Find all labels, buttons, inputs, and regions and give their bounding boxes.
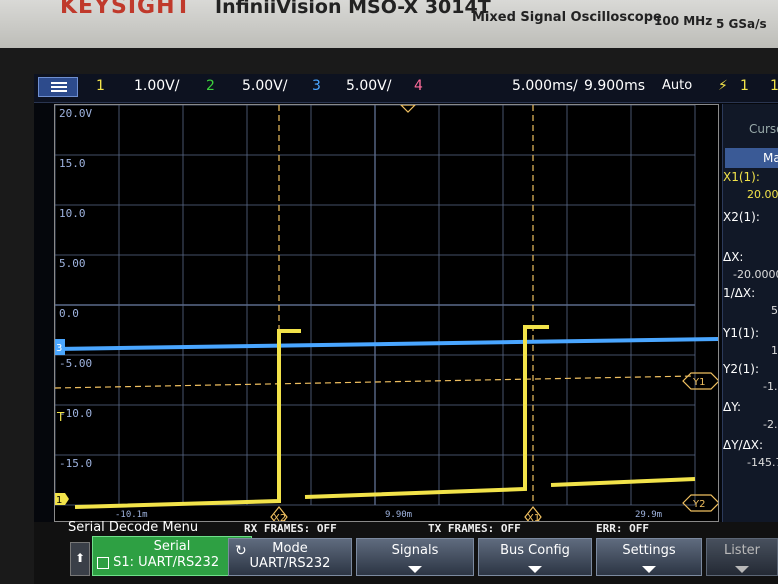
rx-frames-status: RX FRAMES: OFF — [244, 522, 337, 535]
waveform-svg: 20.0V15.010.05.000.0-5.00-10.0-15.0 -10.… — [55, 105, 718, 521]
y-tick-label: -5.00 — [59, 357, 92, 370]
trigger-channel[interactable]: 1 — [740, 78, 749, 94]
y-tick-label: 10.0 — [59, 207, 86, 220]
inv-delta-x-label: 1/ΔX: — [723, 286, 756, 300]
y-tick-label: -15.0 — [59, 457, 92, 470]
main-menu-button[interactable] — [38, 77, 78, 97]
y1-value: 1 — [771, 344, 778, 357]
tx-frames-status: TX FRAMES: OFF — [428, 522, 521, 535]
bus-config-softkey-label: Bus Config — [500, 543, 570, 558]
y-tick-label: 20.0V — [59, 107, 92, 120]
mode-softkey[interactable]: ↻ Mode UART/RS232 — [228, 538, 352, 576]
time-reference-icon — [400, 105, 416, 113]
signals-softkey[interactable]: Signals — [356, 538, 474, 576]
cursor-y1-label: Y1 — [692, 377, 705, 388]
settings-softkey-label: Settings — [622, 543, 676, 558]
mode-softkey-value: UART/RS232 — [249, 556, 331, 571]
y2-value: -1. — [763, 380, 778, 393]
ch3-number[interactable]: 3 — [312, 78, 321, 94]
brand-logo: KEYSIGHT — [60, 0, 192, 19]
bandwidth-spec: 100 MHz — [654, 14, 713, 28]
cursor-x1-label: X1 — [527, 513, 540, 521]
bus-config-softkey[interactable]: Bus Config — [478, 538, 592, 576]
trigger-mode[interactable]: Auto — [662, 78, 692, 93]
y-tick-label: 0.0 — [59, 307, 79, 320]
ch3-trace — [55, 337, 718, 351]
graticule — [55, 105, 696, 506]
serial-bus-value: S1: UART/RS232 — [113, 555, 220, 570]
mode-softkey-label: Mode — [272, 541, 308, 556]
status-bar: 1 1.00V/ 2 5.00V/ 3 5.00V/ 4 5.000ms/ 9.… — [34, 74, 778, 103]
instrument-type: Mixed Signal Oscilloscope — [472, 10, 662, 25]
lister-softkey[interactable]: Lister — [706, 538, 778, 576]
ch2-number[interactable]: 2 — [206, 78, 215, 94]
submenu-arrow-icon — [528, 566, 542, 573]
x-tick-label: 9.90m — [385, 510, 412, 520]
cursors-panel-title: Curso — [749, 122, 778, 136]
oscilloscope-screen: 1 1.00V/ 2 5.00V/ 3 5.00V/ 4 5.000ms/ 9.… — [34, 74, 778, 584]
y-tick-label: 15.0 — [59, 157, 86, 170]
cursor-x2-label: X2 — [273, 513, 286, 521]
trigger-edge-icon: ⚡ — [718, 78, 728, 94]
rotate-knob-icon: ↻ — [235, 543, 247, 559]
x2-label: X2(1): — [723, 210, 760, 224]
y-tick-label: 5.00 — [59, 257, 86, 270]
trigger-level-marker[interactable]: T — [56, 410, 65, 424]
cursor-y2-label: Y2 — [692, 499, 705, 510]
x-tick-label: -10.1m — [115, 510, 148, 520]
y2-label: Y2(1): — [723, 362, 760, 376]
waveform-display: 20.0V 15.0 10.0 5.00 0.0 -5.00 -10.0 -15.0 -10.… — [54, 104, 719, 522]
menu-title: Serial Decode Menu — [68, 520, 199, 535]
serial-checkbox-icon — [97, 556, 109, 569]
x-axis-labels: -10.1m 9.90m 29.9m — [115, 510, 662, 520]
ch1-scale[interactable]: 1.00V/ — [134, 78, 179, 94]
ch1-number[interactable]: 1 — [96, 78, 105, 94]
sample-rate-spec: 5 GSa/s — [716, 17, 767, 31]
settings-softkey[interactable]: Settings — [596, 538, 702, 576]
ch1-marker-label: 1 — [56, 495, 62, 506]
delta-x-value: -20.0000 — [733, 268, 778, 281]
submenu-arrow-icon — [408, 566, 422, 573]
trigger-extra: 1 — [770, 78, 778, 94]
menu-up-button[interactable]: ⬆ — [70, 542, 90, 576]
cursors-panel: Curso Man X1(1): 20.000 X2(1): ΔX: -20.0… — [722, 104, 778, 522]
cursor-mode-tab[interactable]: Man — [725, 148, 778, 168]
inv-delta-x-value: 5 — [771, 304, 778, 317]
delta-x-label: ΔX: — [723, 250, 744, 264]
delta-y-label: ΔY: — [723, 400, 741, 414]
x1-label: X1(1): — [723, 170, 760, 184]
delta-y-delta-x-label: ΔY/ΔX: — [723, 438, 764, 452]
softkey-menu: Serial Decode Menu RX FRAMES: OFF TX FRA… — [34, 520, 778, 584]
timebase-scale[interactable]: 5.000ms/ — [512, 78, 578, 94]
delta-y-delta-x-value: -145.7 — [747, 456, 778, 469]
menu-icon — [51, 82, 67, 84]
ch1-trace — [74, 325, 696, 509]
time-delay[interactable]: 9.900ms — [584, 78, 645, 94]
submenu-arrow-icon — [642, 566, 656, 573]
submenu-arrow-icon — [735, 566, 749, 573]
lister-softkey-label: Lister — [723, 543, 761, 558]
ch3-marker-label: 3 — [56, 343, 62, 354]
error-status: ERR: OFF — [596, 522, 649, 535]
signals-softkey-label: Signals — [391, 543, 439, 558]
x-tick-label: 29.9m — [635, 510, 662, 520]
x1-value[interactable]: 20.000 — [747, 188, 778, 201]
up-arrow-icon: ⬆ — [74, 551, 86, 565]
instrument-bezel: KEYSIGHT InfiniiVision MSO-X 3014T Mixed… — [0, 0, 778, 48]
ch4-number[interactable]: 4 — [414, 78, 423, 94]
delta-y-value: -2. — [763, 418, 778, 431]
ch2-scale[interactable]: 5.00V/ — [242, 78, 287, 94]
y1-label: Y1(1): — [723, 326, 760, 340]
model-name: InfiniiVision MSO-X 3014T — [215, 0, 491, 18]
ch3-scale[interactable]: 5.00V/ — [346, 78, 391, 94]
